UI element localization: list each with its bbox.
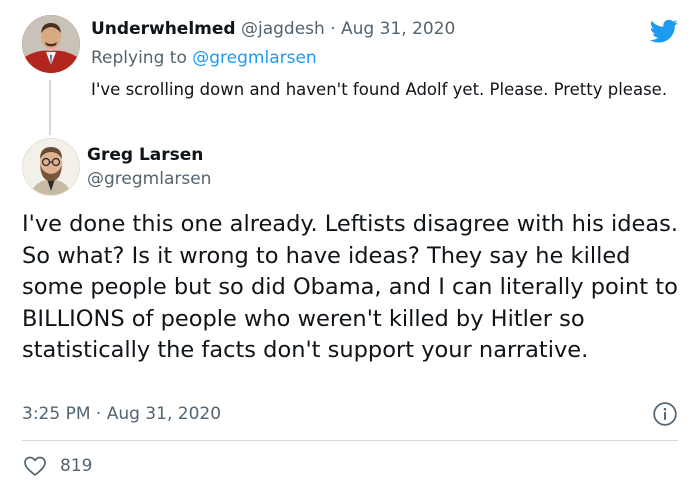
info-icon[interactable] <box>652 401 678 427</box>
thread-connector-line <box>49 80 51 135</box>
replying-to-mention[interactable]: @gregmlarsen <box>192 48 316 68</box>
avatar-image <box>22 15 80 73</box>
replying-to-label: Replying to <box>91 48 187 68</box>
main-author-name[interactable]: Greg Larsen <box>87 145 203 165</box>
avatar-image <box>23 139 79 195</box>
reply-author-avatar[interactable] <box>22 15 80 73</box>
main-author-handle[interactable]: @gregmlarsen <box>87 169 211 189</box>
twitter-bird-icon[interactable] <box>648 17 680 45</box>
reply-author-name[interactable]: Underwhelmed <box>91 19 236 39</box>
main-tweet-text: I've done this one already. Leftists dis… <box>22 211 679 363</box>
reply-date[interactable]: Aug 31, 2020 <box>341 19 455 39</box>
separator-dot: · <box>330 19 336 39</box>
like-count: 819 <box>60 456 93 476</box>
divider <box>22 440 678 441</box>
reply-tweet-text: I've scrolling down and haven't found Ad… <box>91 80 668 99</box>
replying-to-line: Replying to @gregmlarsen <box>91 48 317 68</box>
reply-author-handle[interactable]: @jagdesh <box>241 19 325 39</box>
main-author-avatar[interactable] <box>22 138 80 196</box>
heart-icon[interactable] <box>22 454 48 478</box>
tweet-timestamp[interactable]: 3:25 PM · Aug 31, 2020 <box>22 404 221 424</box>
reply-header: Underwhelmed @jagdesh · Aug 31, 2020 <box>91 19 455 39</box>
like-action[interactable]: 819 <box>22 454 92 478</box>
